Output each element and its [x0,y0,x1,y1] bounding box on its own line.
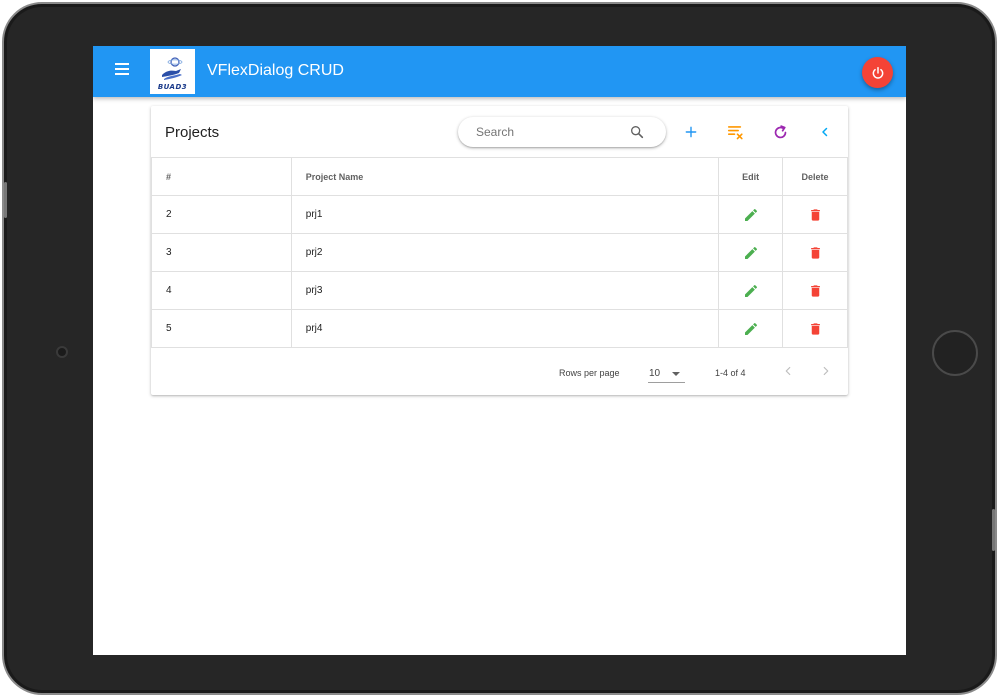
prev-page-button[interactable] [781,363,795,379]
menu-icon[interactable] [115,63,135,80]
app-logo: BUAD3 [150,49,195,94]
rows-per-page-value: 10 [649,368,661,379]
delete-cell [782,271,848,310]
cell-id: 4 [151,271,292,310]
cell-id: 2 [151,195,292,234]
card-title: Projects [165,124,220,141]
cell-project-name: prj4 [290,309,720,348]
table-header-row: # Project Name Edit Delete [151,157,848,196]
clear-filter-button[interactable] [725,121,747,143]
edit-cell [718,309,784,348]
app-title: VFlexDialog CRUD [207,62,344,79]
next-page-button[interactable] [819,363,833,379]
logo-text: BUAD3 [157,83,188,91]
collapse-button[interactable] [814,121,836,143]
pencil-icon[interactable] [743,321,759,337]
filter-remove-icon [727,126,743,140]
refresh-button[interactable] [769,121,791,143]
pagination-range: 1-4 of 4 [715,368,746,378]
projects-table: # Project Name Edit Delete 2 prj1 3 prj2… [151,157,848,348]
tablet-home-button [932,330,978,376]
trash-icon[interactable] [808,207,823,223]
cell-project-name: prj3 [290,271,720,310]
trash-icon[interactable] [808,245,823,261]
table-footer: Rows per page 10 1-4 of 4 [151,348,848,395]
chevron-left-icon [822,127,828,137]
projects-card: Projects Search # Project Name Edit Dele… [151,106,848,395]
delete-cell [782,233,848,272]
delete-cell [782,195,848,234]
app-screen: BUAD3 VFlexDialog CRUD Projects Search #… [93,46,906,655]
search-icon[interactable] [629,124,645,140]
tablet-camera [56,346,68,358]
table-row[interactable]: 5 prj4 [151,309,848,348]
edit-cell [718,271,784,310]
column-header-delete: Delete [782,157,848,196]
search-input[interactable] [476,123,626,141]
trash-icon[interactable] [808,283,823,299]
pencil-icon[interactable] [743,283,759,299]
power-icon [872,66,883,79]
logo-hands-icon [162,57,183,80]
chevron-right-icon [823,366,829,376]
column-header-id[interactable]: # [151,157,292,196]
refresh-icon [774,124,786,138]
caret-down-icon [672,372,680,376]
trash-icon[interactable] [808,321,823,337]
cell-project-name: prj1 [290,195,720,234]
column-header-edit: Edit [718,157,784,196]
cell-id: 5 [151,309,292,348]
delete-cell [782,309,848,348]
column-header-project-name[interactable]: Project Name [290,157,720,196]
pencil-icon[interactable] [743,207,759,223]
power-button[interactable] [862,57,893,88]
table-row[interactable]: 3 prj2 [151,233,848,272]
add-button[interactable] [680,121,702,143]
chevron-left-icon [785,366,791,376]
rows-per-page-select[interactable]: 10 [648,363,685,383]
edit-cell [718,233,784,272]
table-row[interactable]: 4 prj3 [151,271,848,310]
cell-project-name: prj2 [290,233,720,272]
tablet-side-button [992,509,995,551]
search-box [458,117,666,147]
pencil-icon[interactable] [743,245,759,261]
cell-id: 3 [151,233,292,272]
plus-icon [685,126,697,138]
edit-cell [718,195,784,234]
rows-per-page-label: Rows per page [559,368,620,378]
tablet-side-button [4,182,7,218]
table-row[interactable]: 2 prj1 [151,195,848,234]
app-bar: BUAD3 VFlexDialog CRUD [93,46,906,97]
